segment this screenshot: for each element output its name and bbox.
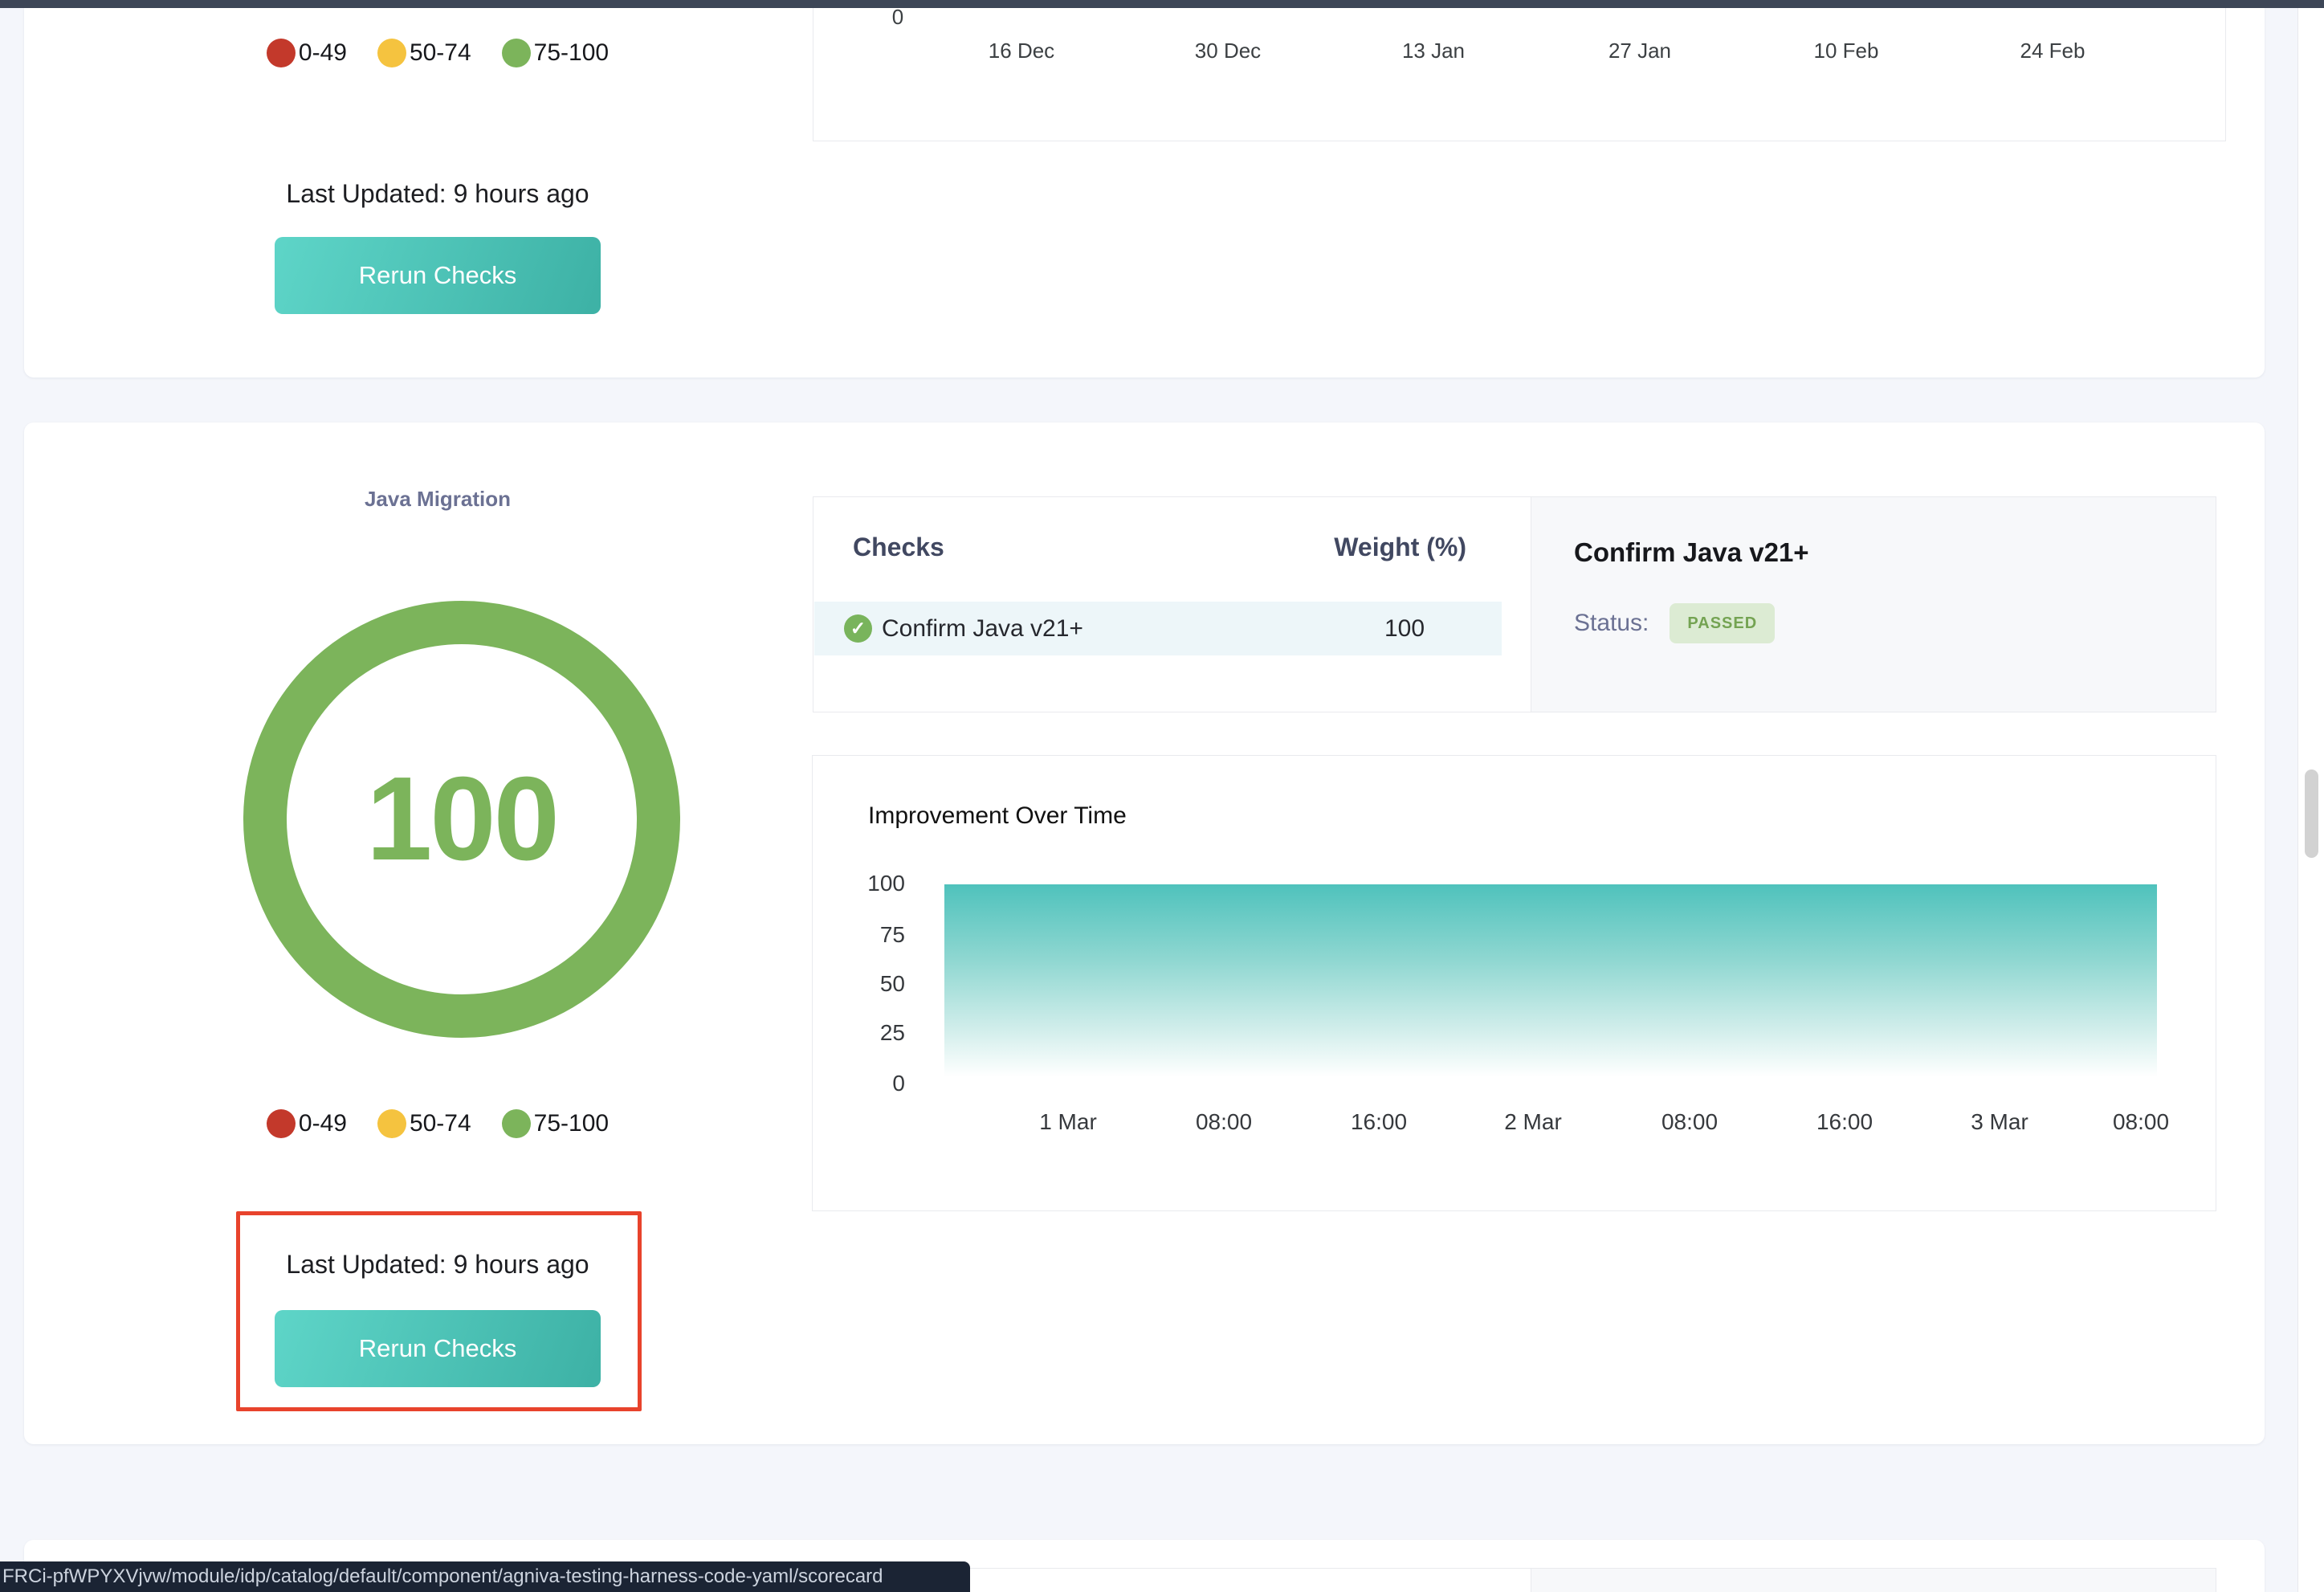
chart-title: Improvement Over Time xyxy=(868,802,1127,830)
legend-item-low: 0-49 xyxy=(267,1109,347,1138)
rerun-checks-label: Rerun Checks xyxy=(359,1334,516,1363)
ytick-25: 25 xyxy=(833,1020,905,1046)
status-label: Status: xyxy=(1574,610,1649,637)
last-updated-text: Last Updated: 9 hours ago xyxy=(286,179,589,209)
trend-xtick: 30 Dec xyxy=(1172,39,1284,63)
trend-xtick: 13 Jan xyxy=(1377,39,1490,63)
legend-yellow-dot-icon xyxy=(377,1109,406,1138)
legend-yellow-dot-icon xyxy=(377,39,406,67)
trend-ytick-0: 0 xyxy=(882,5,914,30)
top-toolbar-edge xyxy=(0,0,2324,8)
xtick: 08:00 xyxy=(1160,1109,1288,1135)
weight-column-header: Weight (%) xyxy=(1263,533,1466,562)
xtick: 08:00 xyxy=(1625,1109,1754,1135)
checks-panel xyxy=(813,1568,2216,1592)
scorecard-card-java-migration: Java Migration 100 0-49 50-74 75-100 xyxy=(24,422,2265,1444)
ytick-50: 50 xyxy=(833,971,905,997)
check-detail-panel xyxy=(1531,1569,2216,1592)
trend-xtick: 27 Jan xyxy=(1584,39,1696,63)
legend-red-dot-icon xyxy=(267,39,296,67)
scorecard-card-top: 0-49 50-74 75-100 Last Updated: 9 hours … xyxy=(24,8,2265,378)
legend-label: 50-74 xyxy=(410,39,471,67)
last-updated-row: Last Updated: 9 hours ago xyxy=(24,179,851,209)
legend-label: 0-49 xyxy=(299,39,347,67)
ytick-100: 100 xyxy=(833,871,905,896)
scorecard-title: Java Migration xyxy=(365,487,511,512)
legend-item-high: 75-100 xyxy=(502,1109,609,1138)
legend-label: 75-100 xyxy=(534,39,609,67)
checks-panel: Checks Weight (%) ✓ Confirm Java v21+ 10… xyxy=(813,496,2216,712)
trend-xtick: 24 Feb xyxy=(1996,39,2109,63)
xtick: 1 Mar xyxy=(1004,1109,1132,1135)
check-detail-title: Confirm Java v21+ xyxy=(1574,537,1809,568)
last-updated-text: Last Updated: 9 hours ago xyxy=(286,1250,589,1280)
legend-item-high: 75-100 xyxy=(502,39,609,67)
check-status-row: Status: PASSED xyxy=(1574,603,1775,643)
legend-label: 0-49 xyxy=(299,1110,347,1137)
legend-label: 75-100 xyxy=(534,1110,609,1137)
status-badge: PASSED xyxy=(1670,603,1775,643)
scorecards-page: 0-49 50-74 75-100 Last Updated: 9 hours … xyxy=(0,0,2324,1592)
legend-red-dot-icon xyxy=(267,1109,296,1138)
xtick: 16:00 xyxy=(1315,1109,1443,1135)
xtick: 2 Mar xyxy=(1469,1109,1597,1135)
legend-label: 50-74 xyxy=(410,1110,471,1137)
legend-green-dot-icon xyxy=(502,1109,531,1138)
page-scrollbar[interactable] xyxy=(2297,8,2324,1592)
trend-xtick: 10 Feb xyxy=(1790,39,1902,63)
check-weight: 100 xyxy=(1344,615,1465,643)
score-legend: 0-49 50-74 75-100 xyxy=(24,1109,851,1138)
legend-item-mid: 50-74 xyxy=(377,1109,471,1138)
rerun-checks-button[interactable]: Rerun Checks xyxy=(275,237,601,314)
legend-item-low: 0-49 xyxy=(267,39,347,67)
check-name: Confirm Java v21+ xyxy=(882,615,1083,643)
rerun-checks-label: Rerun Checks xyxy=(359,261,516,290)
xtick: 3 Mar xyxy=(1935,1109,2064,1135)
legend-green-dot-icon xyxy=(502,39,531,67)
legend-item-mid: 50-74 xyxy=(377,39,471,67)
xtick: 08:00 xyxy=(2077,1109,2205,1135)
trend-xtick: 16 Dec xyxy=(965,39,1078,63)
check-passed-icon: ✓ xyxy=(844,614,872,643)
check-detail-panel: Confirm Java v21+ Status: PASSED xyxy=(1531,497,2216,712)
rerun-checks-button[interactable]: Rerun Checks xyxy=(275,1310,601,1387)
last-updated-row: Last Updated: 9 hours ago xyxy=(24,1250,851,1280)
score-trend-chart: 0 16 Dec 30 Dec 13 Jan 27 Jan 10 Feb 24 … xyxy=(813,8,2226,141)
score-legend: 0-49 50-74 75-100 xyxy=(24,39,851,67)
xtick: 16:00 xyxy=(1780,1109,1909,1135)
link-preview-bar: FRCi-pfWPYXVjvw/module/idp/catalog/defau… xyxy=(0,1561,970,1592)
scrollbar-thumb[interactable] xyxy=(2305,769,2318,858)
score-value: 100 xyxy=(366,751,557,888)
area-series-fill xyxy=(944,884,2157,1083)
improvement-over-time-chart: Improvement Over Time 100 75 50 25 0 1 M… xyxy=(812,755,2216,1211)
ytick-75: 75 xyxy=(833,922,905,948)
score-ring: 100 xyxy=(243,601,680,1038)
link-preview-url: FRCi-pfWPYXVjvw/module/idp/catalog/defau… xyxy=(0,1565,883,1588)
checks-column-header: Checks xyxy=(853,533,944,562)
check-row-confirm-java-v21[interactable]: ✓ Confirm Java v21+ 100 xyxy=(814,602,1502,655)
ytick-0: 0 xyxy=(833,1071,905,1096)
